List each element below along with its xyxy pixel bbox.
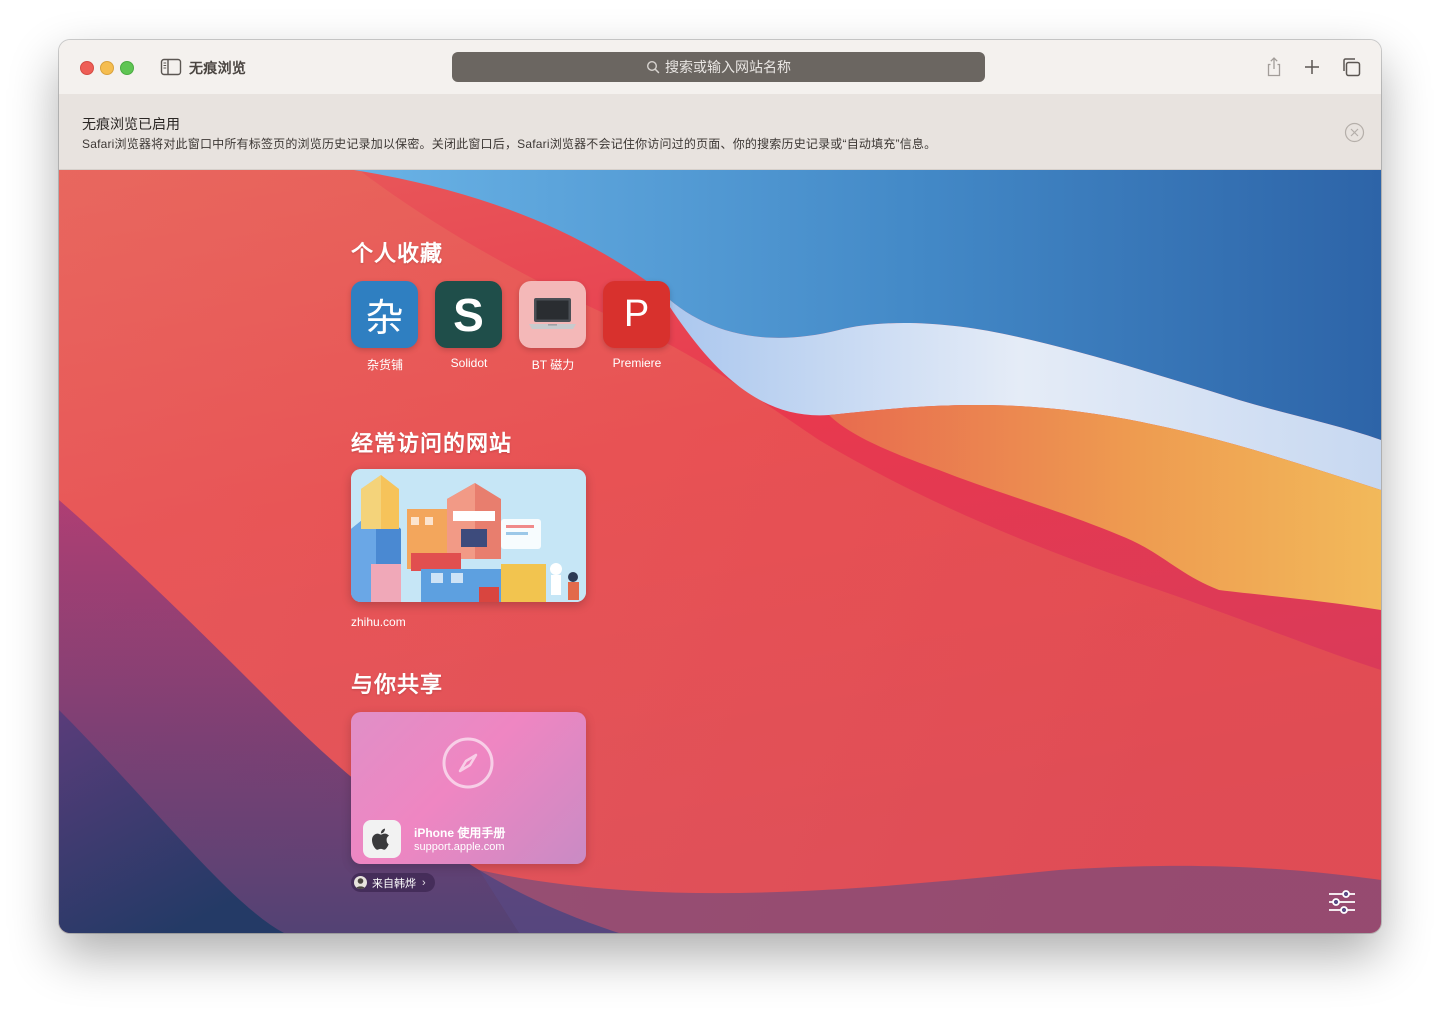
shared-heading: 与你共享 <box>351 672 444 697</box>
share-icon[interactable] <box>1262 55 1286 79</box>
favorite-glyph: S <box>453 288 484 341</box>
sidebar-icon[interactable] <box>160 57 182 77</box>
banner-title: 无痕浏览已启用 <box>82 116 180 132</box>
favorite-glyph: 杂 <box>365 298 404 340</box>
favorite-item-zahuopu[interactable]: 杂 杂货铺 <box>351 281 419 373</box>
zhihu-thumbnail-image <box>351 469 586 602</box>
favorite-item-bt[interactable]: BT 磁力 <box>519 281 587 373</box>
favorite-tile: 杂 <box>351 281 418 348</box>
frequent-heading: 经常访问的网站 <box>351 431 513 456</box>
favorite-label: 杂货铺 <box>366 358 403 372</box>
favorite-tile <box>519 281 586 348</box>
minimize-window-button[interactable] <box>100 61 114 75</box>
frequent-site-card[interactable] <box>351 469 586 602</box>
wallpaper-image <box>59 170 1381 933</box>
tabs-overview-icon[interactable] <box>1339 55 1363 79</box>
close-banner-icon[interactable] <box>1344 122 1365 143</box>
window-title: 无痕浏览 <box>189 60 247 76</box>
favorite-label: BT 磁力 <box>531 358 575 372</box>
favorite-label: Solidot <box>450 356 488 370</box>
shared-card-title: iPhone 使用手册 <box>414 826 506 840</box>
favorite-item-solidot[interactable]: S Solidot <box>435 281 503 370</box>
avatar <box>354 876 367 889</box>
favorite-tile: P <box>603 281 670 348</box>
favorite-tile: S <box>435 281 502 348</box>
chevron-right-icon: › <box>422 876 426 889</box>
favorite-item-premiere[interactable]: P Premiere <box>603 281 671 370</box>
laptop-icon <box>529 298 576 329</box>
favorite-glyph: P <box>623 293 650 335</box>
favorite-label: Premiere <box>612 356 662 370</box>
shared-from-button[interactable]: 来自韩烨 › <box>351 873 435 892</box>
frequent-site-label: zhihu.com <box>351 615 406 629</box>
shared-card-domain: support.apple.com <box>414 841 505 853</box>
favorites-heading: 个人收藏 <box>351 241 444 266</box>
close-window-button[interactable] <box>80 61 94 75</box>
address-placeholder: 搜索或输入网站名称 <box>665 59 791 75</box>
compass-icon <box>442 737 494 789</box>
new-tab-plus-icon[interactable] <box>1300 55 1324 79</box>
private-browsing-banner: 无痕浏览已启用 Safari浏览器将对此窗口中所有标签页的浏览历史记录加以保密。… <box>59 94 1381 170</box>
apple-logo-icon <box>363 820 401 858</box>
customize-start-page-icon[interactable] <box>1327 888 1357 916</box>
start-page: 个人收藏 杂 杂货铺 S Solidot BT 磁力 P Premiere 经常… <box>59 170 1381 933</box>
toolbar: 无痕浏览 搜索或输入网站名称 <box>59 40 1381 95</box>
banner-text: Safari浏览器将对此窗口中所有标签页的浏览历史记录加以保密。关闭此窗口后，S… <box>82 137 937 151</box>
zoom-window-button[interactable] <box>120 61 134 75</box>
search-icon <box>646 60 660 74</box>
shared-link-card[interactable]: iPhone 使用手册 support.apple.com <box>351 712 586 864</box>
address-bar[interactable]: 搜索或输入网站名称 <box>452 52 985 82</box>
shared-from-label: 来自韩烨 <box>372 877 416 890</box>
safari-window: 无痕浏览 搜索或输入网站名称 无痕浏览已启用 Safari浏览器将对此窗口中所有… <box>59 40 1381 933</box>
